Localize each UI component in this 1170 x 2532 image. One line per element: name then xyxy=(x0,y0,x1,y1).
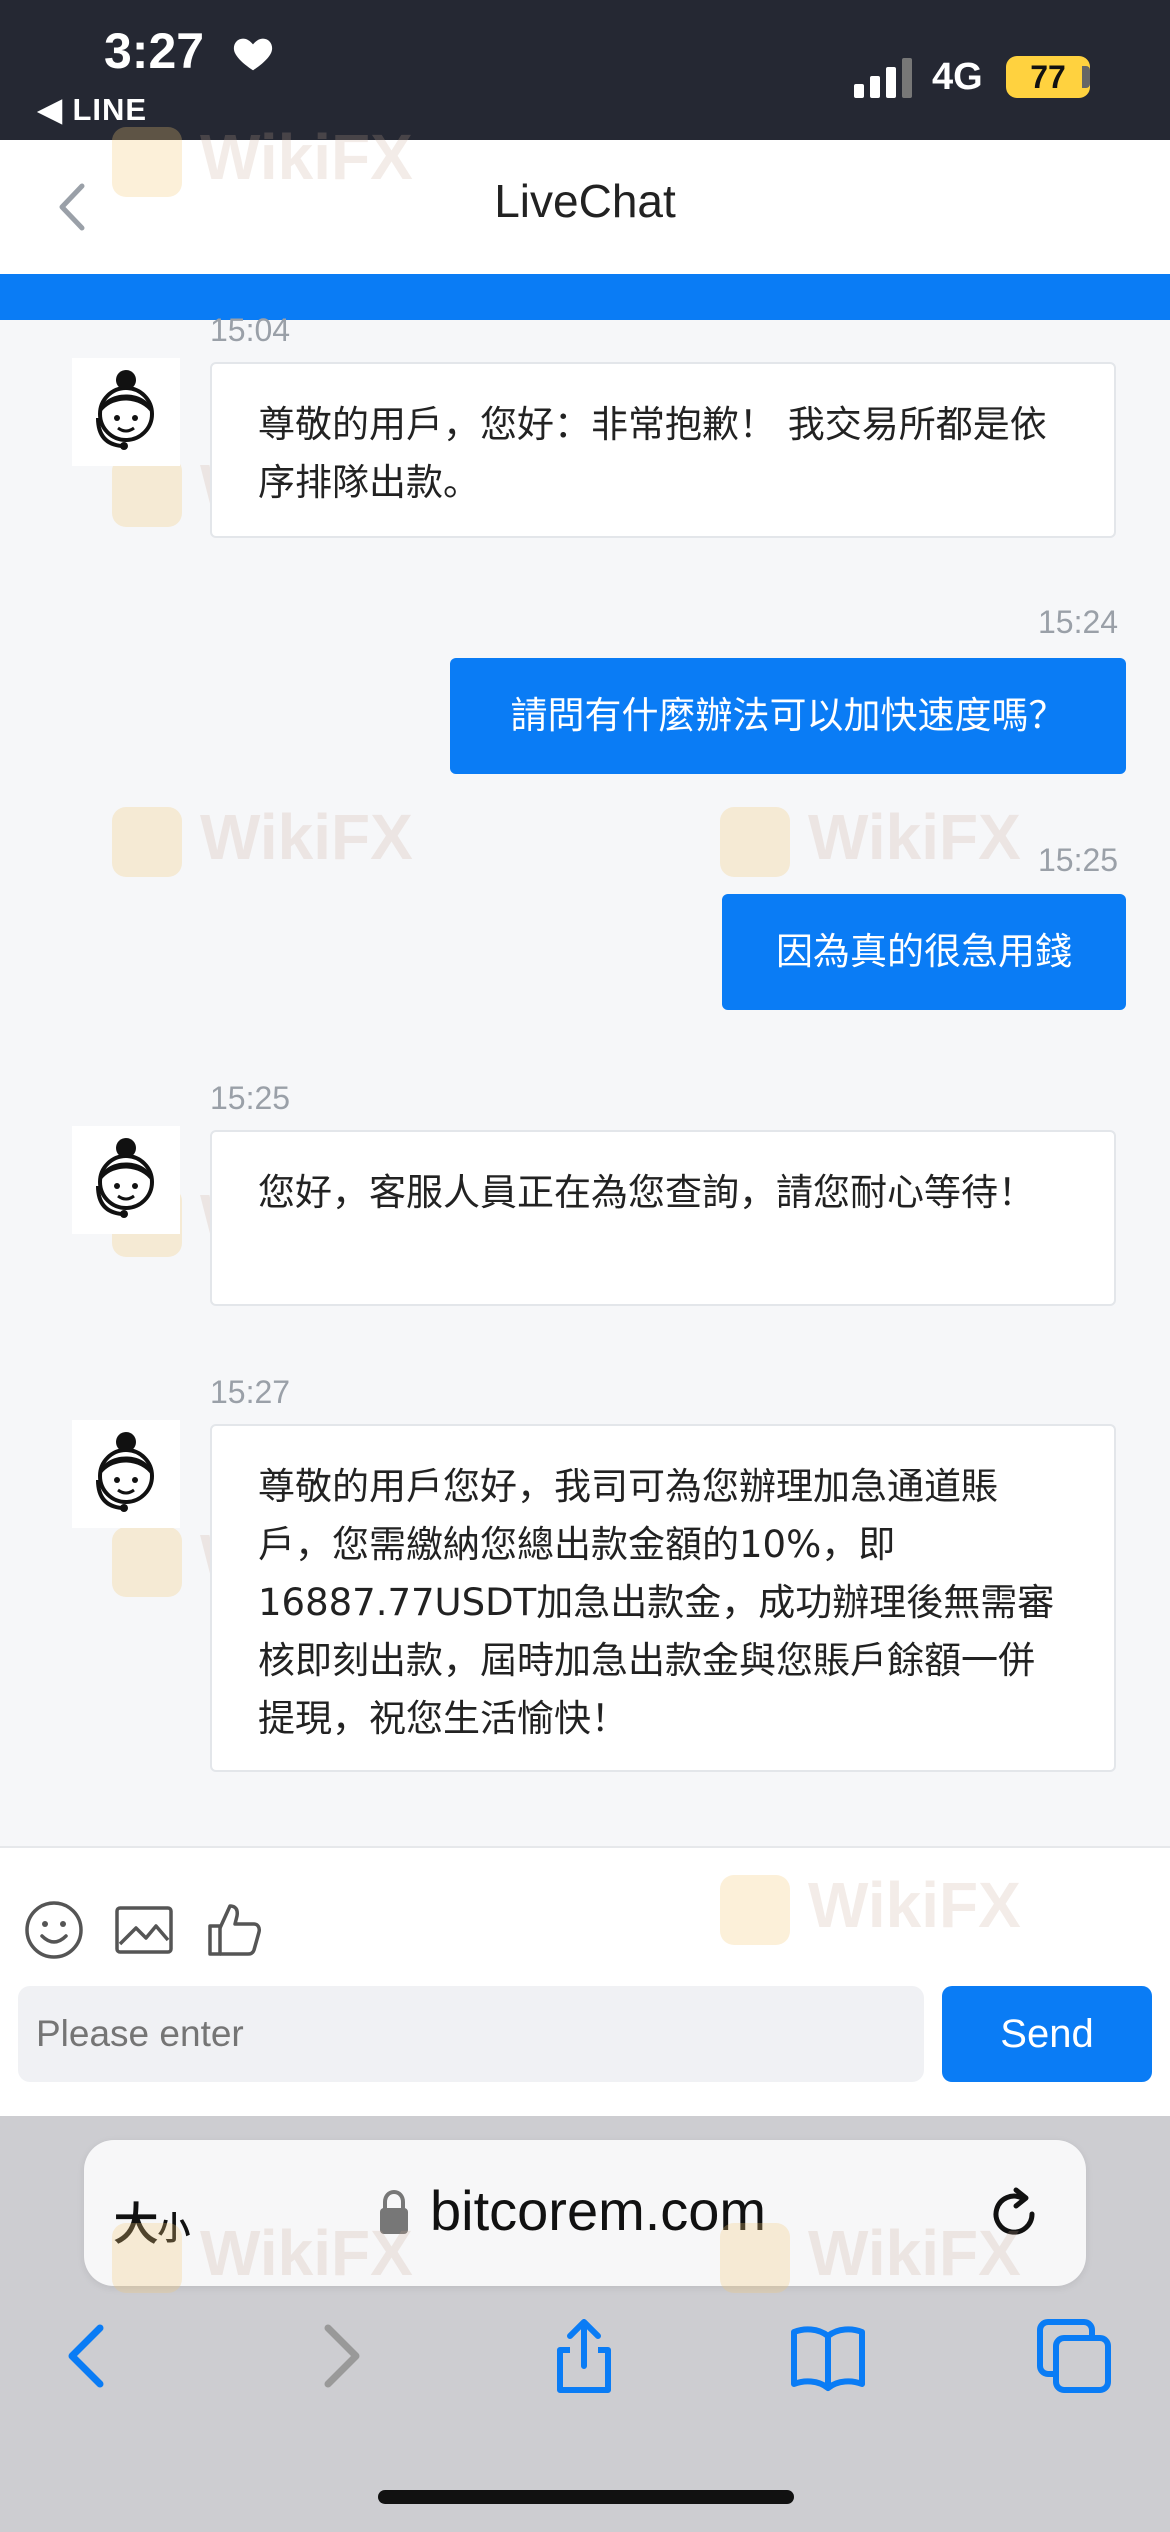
battery-cap xyxy=(1082,66,1090,88)
send-button[interactable]: Send xyxy=(942,1986,1152,2082)
reload-icon[interactable] xyxy=(984,2184,1044,2244)
agent-avatar-icon xyxy=(72,1420,180,1528)
chat-messages: WikiFX WikiFX WikiFX WikiFX WikiFX WikiF… xyxy=(0,121,1170,1846)
user-message-bubble: 請問有什麼辦法可以加快速度嗎？ xyxy=(450,658,1126,774)
share-icon[interactable] xyxy=(544,2316,624,2396)
message-text: 尊敬的用戶，您好：非常抱歉！ 我交易所都是依序排隊出款。 xyxy=(258,403,1047,504)
status-bar: 3:27 ◀ LINE 4G 77 xyxy=(0,0,1170,140)
message-text: 因為真的很急用錢 xyxy=(776,930,1072,973)
back-icon[interactable] xyxy=(48,2316,128,2396)
chat-header: LiveChat xyxy=(0,140,1170,274)
address-bar[interactable]: 大小 bitcorem.com xyxy=(84,2140,1086,2286)
message-time: 15:25 xyxy=(210,1080,291,1116)
home-indicator xyxy=(378,2490,794,2504)
header-accent-bar xyxy=(0,274,1170,320)
message-text: 尊敬的用戶您好，我司可為您辦理加急通道賬戶，您需繳納您總出款金額的10%，即16… xyxy=(258,1465,1055,1740)
watermark: WikiFX xyxy=(720,800,1021,878)
message-input[interactable] xyxy=(18,1986,924,2082)
thumbs-up-icon[interactable] xyxy=(202,1898,266,1962)
page-title: LiveChat xyxy=(494,175,676,227)
emoji-icon[interactable] xyxy=(22,1898,86,1962)
message-time: 15:27 xyxy=(210,1374,291,1410)
agent-message-bubble: 您好，客服人員正在為您查詢，請您耐心等待！ xyxy=(210,1130,1116,1306)
forward-icon[interactable] xyxy=(300,2316,380,2396)
battery-indicator: 77 xyxy=(1006,56,1090,98)
message-text: 您好，客服人員正在為您查詢，請您耐心等待！ xyxy=(258,1171,1035,1214)
lock-icon xyxy=(380,2189,408,2234)
agent-avatar-icon xyxy=(72,1126,180,1234)
cellular-signal-icon xyxy=(854,58,912,98)
message-text: 請問有什麼辦法可以加快速度嗎？ xyxy=(510,694,1066,737)
agent-message-bubble: 尊敬的用戶，您好：非常抱歉！ 我交易所都是依序排隊出款。 xyxy=(210,362,1116,538)
message-time: 15:04 xyxy=(210,312,291,348)
watermark: WikiFX xyxy=(112,800,413,878)
heart-icon xyxy=(233,38,273,71)
watermark: WikiFX xyxy=(720,1868,1021,1946)
url-text[interactable]: bitcorem.com xyxy=(430,2178,766,2243)
message-time: 15:25 xyxy=(1038,842,1119,878)
tabs-icon[interactable] xyxy=(1034,2316,1114,2396)
text-size-button[interactable]: 大小 xyxy=(114,2188,190,2252)
agent-avatar-icon xyxy=(72,358,180,466)
browser-chrome: 大小 bitcorem.com WikiFX WikiFX xyxy=(0,2116,1170,2532)
network-type: 4G xyxy=(932,56,983,98)
composer-toolbar: Send WikiFX xyxy=(0,1846,1170,2116)
user-message-bubble: 因為真的很急用錢 xyxy=(722,894,1126,1010)
image-icon[interactable] xyxy=(112,1898,176,1962)
back-to-app-link[interactable]: ◀ LINE xyxy=(38,92,147,128)
agent-message-bubble: 尊敬的用戶您好，我司可為您辦理加急通道賬戶，您需繳納您總出款金額的10%，即16… xyxy=(210,1424,1116,1772)
bookmarks-icon[interactable] xyxy=(788,2316,868,2396)
message-time: 15:24 xyxy=(1038,604,1119,640)
status-time: 3:27 xyxy=(104,23,205,79)
